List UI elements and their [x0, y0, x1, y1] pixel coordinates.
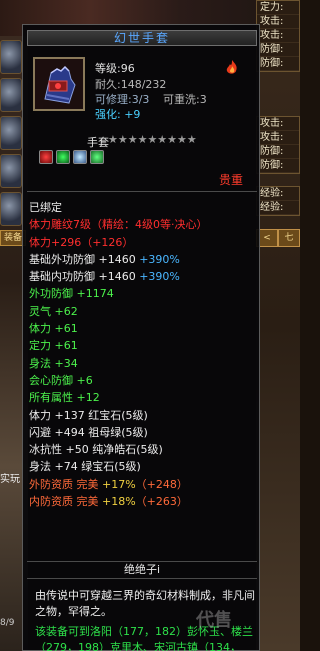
attribute-text: +390%	[139, 270, 180, 284]
attribute-row: 定力 +61	[29, 337, 257, 354]
flame-icon	[226, 60, 237, 74]
crafter-name: 绝绝子i	[27, 561, 257, 579]
stat-label: 定力:	[257, 1, 299, 15]
attribute-row: 所有属性 +12	[29, 389, 257, 406]
attribute-text: 外功防御 +1174	[29, 287, 114, 301]
attribute-text: 身法 +74 绿宝石(5级)	[29, 460, 141, 474]
attribute-text: （+248）	[135, 477, 188, 491]
attribute-text: +390%	[139, 252, 180, 266]
attribute-text: 外防资质 完美	[29, 477, 102, 491]
item-name: 幻世手套	[27, 30, 257, 46]
item-rewash-count: 可重洗:3	[163, 93, 207, 106]
stat-label: 攻击:	[257, 15, 299, 29]
equip-slot-icon[interactable]	[0, 192, 22, 226]
equip-slot-icon[interactable]	[0, 40, 22, 74]
attribute-row: 体力 +137 红宝石(5级)	[29, 407, 257, 424]
enhance-value: +9	[124, 108, 141, 121]
attribute-text: （+263）	[135, 495, 188, 509]
scene-counter: 8/9	[0, 618, 15, 628]
attribute-text: 体力+296（+126）	[29, 235, 134, 249]
stat-label: 攻击:	[257, 29, 299, 43]
attribute-text: 基础外功防御 +1460	[29, 252, 140, 266]
attribute-text: 体力 +61	[29, 322, 78, 336]
gem-slots	[39, 150, 104, 164]
attribute-text: 体力 +137 红宝石(5级)	[29, 408, 148, 422]
item-durability: 耐久:148/232	[95, 78, 167, 91]
item-category: 手套	[87, 136, 109, 149]
rarity-label: 贵重	[219, 173, 244, 187]
attribute-row: 基础内功防御 +1460 +390%	[29, 268, 257, 285]
attribute-row: 体力雕纹7级（精绘：4级0等·决心）	[29, 216, 257, 233]
equip-slot-icon[interactable]	[0, 154, 22, 188]
gauntlet-icon	[33, 57, 85, 111]
attribute-text: 已绑定	[29, 201, 62, 214]
green-gem-icon	[56, 150, 70, 164]
attribute-text: 内防资质 完美	[29, 495, 102, 509]
attribute-text: 会心防御 +6	[29, 373, 93, 387]
attribute-row: 会心防御 +6	[29, 372, 257, 389]
attribute-row: 体力+296（+126）	[29, 234, 257, 251]
stats-panel-top: 定力: 攻击: 攻击: 防御: 防御:	[256, 0, 300, 72]
item-repair-count: 可修理:3/3	[95, 93, 150, 106]
enhance-label: 强化:	[95, 108, 121, 121]
attribute-text: 定力 +61	[29, 339, 78, 353]
attribute-text: +18%	[102, 495, 136, 509]
attribute-text: 身法 +34	[29, 356, 78, 370]
exp-label: 经验:	[257, 201, 299, 215]
green-gem-icon	[90, 150, 104, 164]
scene-right-strip	[256, 0, 300, 651]
equip-slot-icon[interactable]	[0, 78, 22, 112]
attribute-text: 闪避 +494 祖母绿(5级)	[29, 425, 148, 439]
stats-panel-exp: 经验: 经验:	[256, 186, 300, 216]
item-enhance: 强化: +9	[95, 106, 140, 122]
attribute-text: 冰抗性 +50 纯净皓石(5级)	[29, 443, 163, 457]
attribute-row: 内防资质 完美 +18%（+263）	[29, 493, 257, 510]
divider	[27, 191, 257, 192]
star-rating: ★★★★★★★★★	[108, 133, 197, 146]
attribute-text: 体力雕纹7级（精绘：4级0等·决心）	[29, 218, 208, 232]
red-gem-icon	[39, 150, 53, 164]
stats-panel-mid: 攻击: 攻击: 防御: 防御:	[256, 116, 300, 174]
stat-label: 攻击:	[257, 117, 299, 131]
tab-seven[interactable]: 七	[278, 229, 300, 247]
item-level: 等级:96	[95, 62, 135, 75]
attribute-row: 外功防御 +1174	[29, 285, 257, 302]
attribute-list: 已绑定体力雕纹7级（精绘：4级0等·决心） 体力+296（+126） 基础外功防御 …	[29, 199, 257, 510]
stat-label: 防御:	[257, 145, 299, 159]
attribute-row: 体力 +61	[29, 320, 257, 337]
attribute-text: 所有属性 +12	[29, 391, 100, 405]
attribute-row: 灵气 +62	[29, 303, 257, 320]
attribute-row: 外防资质 完美 +17%（+248）	[29, 476, 257, 493]
item-tooltip: 幻世手套 等级:96 耐久:148/232 可修理:3/3 可重洗:3 强化: …	[22, 24, 260, 651]
stat-label: 防御:	[257, 43, 299, 57]
stat-label: 攻击:	[257, 131, 299, 145]
attribute-row: 基础外功防御 +1460 +390%	[29, 251, 257, 268]
attribute-row: 已绑定	[29, 199, 257, 216]
attribute-text: 灵气 +62	[29, 304, 78, 318]
attribute-row: 身法 +74 绿宝石(5级)	[29, 458, 257, 475]
attribute-text: +17%	[102, 477, 136, 491]
attribute-row: 闪避 +494 祖母绿(5级)	[29, 424, 257, 441]
panel-tabs: < 七	[256, 229, 300, 247]
attribute-text: 基础内功防御 +1460	[29, 270, 140, 284]
exp-label: 经验:	[257, 187, 299, 201]
attribute-row: 冰抗性 +50 纯净皓石(5级)	[29, 441, 257, 458]
stat-label: 防御:	[257, 57, 299, 71]
white-gem-icon	[73, 150, 87, 164]
watermark: 代售	[196, 610, 232, 631]
attribute-row: 身法 +34	[29, 355, 257, 372]
stat-label: 防御:	[257, 159, 299, 173]
equip-slot-icon[interactable]	[0, 116, 22, 150]
